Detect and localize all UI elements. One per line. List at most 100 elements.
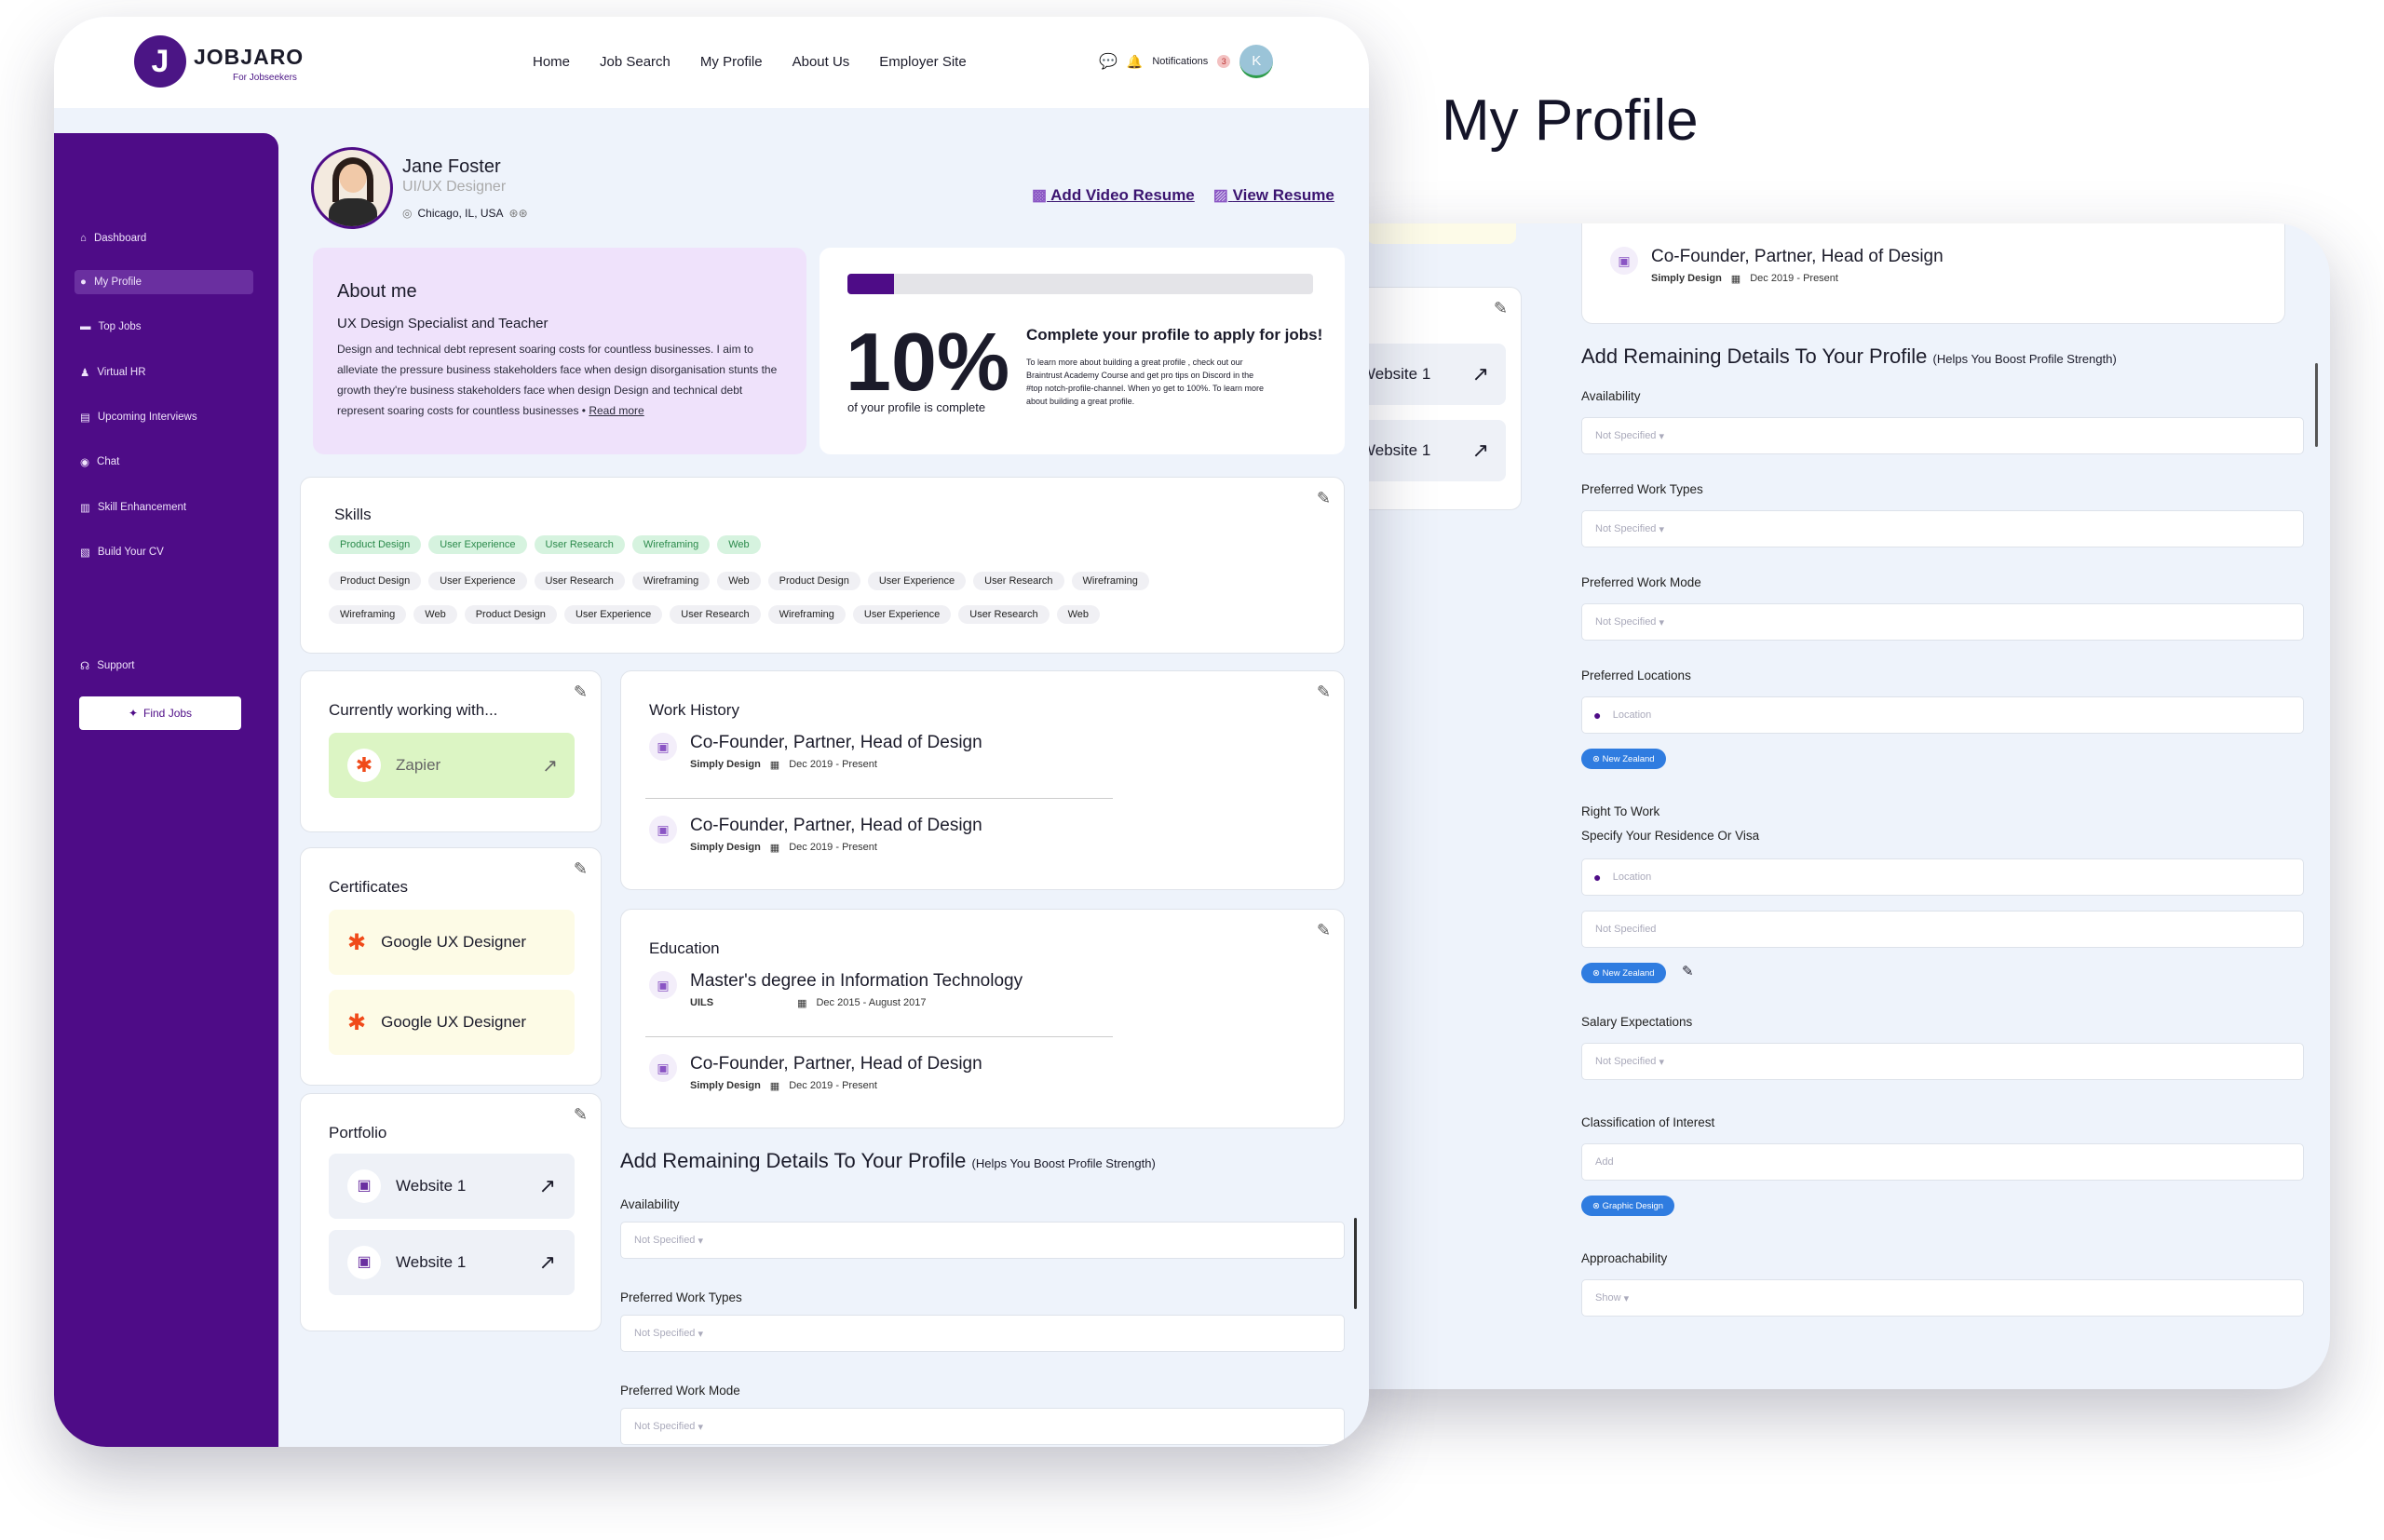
education-item[interactable]: ▣ Master's degree in Information Technol…	[649, 971, 1023, 1009]
google-cert-icon: ✱	[347, 929, 367, 955]
skills-heading: Skills	[334, 506, 372, 523]
classification-input[interactable]: Add	[1581, 1143, 2304, 1181]
edit-icon[interactable]: ✎	[1682, 963, 1694, 979]
skill-chip[interactable]: User Experience	[563, 605, 663, 624]
profile-photo[interactable]	[311, 147, 393, 229]
nav-employer-site[interactable]: Employer Site	[879, 54, 966, 70]
skill-chip[interactable]: User Experience	[852, 605, 952, 624]
home-icon: ⌂	[80, 233, 87, 244]
skill-chip[interactable]: User Research	[973, 572, 1064, 590]
portfolio-tile[interactable]: ▣ Website 1 ↗	[329, 1230, 575, 1295]
skill-chip[interactable]: Web	[413, 605, 457, 624]
brand-name: JOBJARO	[194, 45, 305, 69]
work-heading: Work History	[649, 701, 739, 719]
resume-icon: ▨	[1212, 186, 1228, 204]
salary-select[interactable]: Not Specified ▾	[1581, 1043, 2304, 1080]
chat-icon[interactable]: 💬	[1099, 52, 1118, 71]
location-input[interactable]: ● Location	[1581, 696, 2304, 734]
visa-input[interactable]: Not Specified	[1581, 911, 2304, 948]
view-resume-link[interactable]: ▨ View Resume	[1213, 186, 1334, 205]
skill-chip[interactable]: Product Design	[464, 605, 557, 624]
sidebar-item-support[interactable]: ☊ Support	[74, 654, 253, 678]
portfolio-heading: Portfolio	[329, 1124, 387, 1141]
location-chip[interactable]: ⊗ New Zealand	[1581, 749, 1666, 769]
notifications-label[interactable]: Notifications	[1152, 56, 1208, 67]
skill-chip[interactable]: User Research	[958, 605, 1050, 624]
edit-icon[interactable]: ✎	[574, 682, 588, 702]
skill-chip[interactable]: Web	[717, 572, 761, 590]
work-types-select[interactable]: Not Specified ▾	[620, 1315, 1345, 1352]
arrow-up-right-icon: ↗	[1471, 362, 1489, 385]
skill-chip[interactable]: Wireframing	[767, 605, 846, 624]
add-video-resume-link[interactable]: ▩ Add Video Resume	[1032, 186, 1195, 205]
sidebar-item-top-jobs[interactable]: ▬ Top Jobs	[74, 315, 253, 339]
availability-select[interactable]: Not Specified ▾	[620, 1222, 1345, 1259]
completion-heading: Complete your profile to apply for jobs!	[1026, 326, 1323, 344]
current-company-tile[interactable]: ✱ Zapier ↗	[329, 733, 575, 798]
logo-icon[interactable]: J	[134, 35, 186, 88]
residence-location-input[interactable]: ● Location	[1581, 858, 2304, 896]
work-mode-select[interactable]: Not Specified ▾	[620, 1408, 1345, 1445]
sidebar-item-virtual-hr[interactable]: ♟ Virtual HR	[74, 360, 253, 385]
skill-chip[interactable]: Wireframing	[1071, 572, 1149, 590]
profile-location: Chicago, IL, USA	[417, 207, 504, 220]
skill-chip[interactable]: Wireframing	[631, 572, 711, 590]
certificate-tile[interactable]: ✱ Google UX Designer	[329, 990, 575, 1055]
portfolio-tile[interactable]: ▣ Website 1 ↗	[329, 1154, 575, 1219]
social-icon[interactable]: ⊛⊛	[509, 207, 528, 220]
edit-icon[interactable]: ✎	[1494, 299, 1508, 318]
sidebar-item-upcoming-interviews[interactable]: ▤ Upcoming Interviews	[74, 405, 253, 429]
sidebar-item-dashboard[interactable]: ⌂ Dashboard	[74, 226, 253, 250]
skill-chip[interactable]: User Experience	[428, 572, 527, 590]
edit-icon[interactable]: ✎	[574, 1105, 588, 1125]
nav-about-us[interactable]: About Us	[792, 54, 850, 70]
skill-chip[interactable]: User Research	[534, 572, 625, 590]
zapier-icon: ✱	[347, 749, 381, 782]
read-more-link[interactable]: Read more	[589, 404, 643, 417]
work-item[interactable]: ▣ Co-Founder, Partner, Head of Design Si…	[649, 733, 982, 771]
edit-icon[interactable]: ✎	[1317, 489, 1331, 508]
work-item[interactable]: ▣ Co-Founder, Partner, Head of Design Si…	[649, 816, 982, 854]
nav-my-profile[interactable]: My Profile	[700, 54, 763, 70]
sidebar-item-my-profile[interactable]: ● My Profile	[74, 270, 253, 294]
work-types-select[interactable]: Not Specified ▾	[1581, 510, 2304, 547]
skill-chip[interactable]: User Research	[670, 605, 761, 624]
sidebar-item-chat[interactable]: ◉ Chat	[74, 450, 253, 474]
residence-label: Specify Your Residence Or Visa	[1581, 829, 1760, 843]
skill-chip[interactable]: Wireframing	[631, 535, 711, 554]
nav-home[interactable]: Home	[533, 54, 570, 70]
briefcase-icon: ▣	[1610, 247, 1638, 275]
edit-icon[interactable]: ✎	[1317, 682, 1331, 702]
skill-chip[interactable]: Web	[717, 535, 761, 554]
nav-job-search[interactable]: Job Search	[600, 54, 670, 70]
sidebar-item-skill-enhancement[interactable]: ▥ Skill Enhancement	[74, 495, 253, 520]
bell-icon[interactable]: 🔔	[1127, 54, 1143, 70]
sidebar-item-build-cv[interactable]: ▧ Build Your CV	[74, 540, 253, 564]
edit-icon[interactable]: ✎	[574, 859, 588, 879]
find-jobs-button[interactable]: ✦ Find Jobs	[79, 696, 241, 730]
approachability-select[interactable]: Show ▾	[1581, 1279, 2304, 1317]
skill-chip[interactable]: Product Design	[329, 572, 422, 590]
skill-chip[interactable]: User Experience	[867, 572, 967, 590]
classification-chip[interactable]: ⊗ Graphic Design	[1581, 1196, 1675, 1216]
skill-chip[interactable]: Web	[1056, 605, 1101, 624]
scrollbar[interactable]	[1354, 1218, 1357, 1309]
residence-chip[interactable]: ⊗ New Zealand	[1581, 963, 1666, 983]
person-icon: ♟	[80, 368, 90, 379]
main-nav: Home Job Search My Profile About Us Empl…	[533, 54, 967, 70]
skill-chip[interactable]: Product Design	[329, 535, 422, 554]
work-mode-select[interactable]: Not Specified ▾	[1581, 603, 2304, 641]
scrollbar[interactable]	[2315, 363, 2318, 447]
remaining-heading: Add Remaining Details To Your Profile	[1581, 344, 1928, 368]
certificate-tile[interactable]: ✱ Google UX Designer	[329, 910, 575, 975]
edit-icon[interactable]: ✎	[1317, 921, 1331, 940]
skill-chip[interactable]: Product Design	[767, 572, 860, 590]
education-item[interactable]: ▣ Co-Founder, Partner, Head of Design Si…	[649, 1054, 982, 1092]
avatar[interactable]: K	[1239, 45, 1274, 78]
calendar-icon: ▦	[1730, 274, 1741, 285]
briefcase-icon: ▣	[649, 971, 677, 999]
skill-chip[interactable]: User Experience	[428, 535, 527, 554]
skill-chip[interactable]: User Research	[534, 535, 625, 554]
skill-chip[interactable]: Wireframing	[329, 605, 407, 624]
availability-select[interactable]: Not Specified ▾	[1581, 417, 2304, 454]
